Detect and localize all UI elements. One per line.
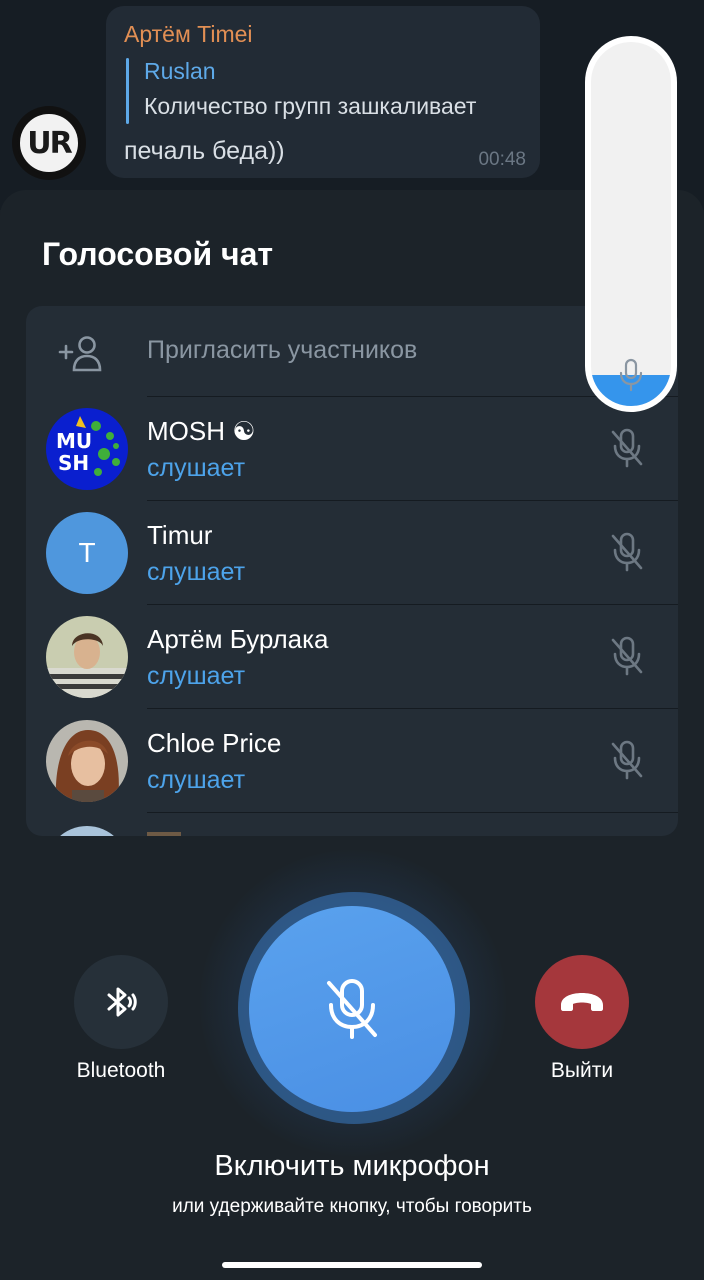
invite-label: Пригласить участников	[147, 336, 418, 364]
participant-name: Chloe Price	[147, 728, 282, 758]
participant-status: слушает	[147, 454, 246, 482]
mic-level-indicator	[585, 36, 677, 412]
participant-row[interactable]: Артём Бурлака слушает	[26, 604, 678, 708]
bluetooth-label: Bluetooth	[76, 1059, 166, 1082]
participant-row[interactable]: MU SH MOSH ☯ слушает	[26, 396, 678, 500]
message-text: печаль беда))	[124, 137, 285, 165]
participant-avatar	[46, 616, 128, 698]
participant-name: Артём Бурлака	[147, 624, 329, 654]
participant-row-partial[interactable]	[26, 812, 678, 836]
avatar-logo-text: UR	[27, 125, 72, 161]
participant-name-partial	[147, 832, 181, 836]
leave-button[interactable]	[535, 955, 629, 1049]
hang-up-icon	[561, 993, 603, 1011]
mic-level-track	[591, 42, 671, 406]
avatar-logo: UR	[17, 111, 81, 175]
leave-label: Выйти	[550, 1059, 614, 1082]
message-time: 00:48	[478, 149, 526, 170]
bluetooth-button[interactable]	[74, 955, 168, 1049]
reply-author[interactable]: Ruslan	[144, 58, 216, 85]
row-divider	[147, 812, 678, 813]
participant-avatar	[46, 720, 128, 802]
message-bubble[interactable]: Артём Timei Ruslan Количество групп зашк…	[106, 6, 540, 178]
invite-participants-button[interactable]: Пригласить участников	[26, 306, 678, 396]
mic-muted-icon[interactable]	[610, 739, 644, 781]
mic-muted-icon[interactable]	[610, 531, 644, 573]
reply-text[interactable]: Количество групп зашкаливает	[144, 93, 476, 120]
toggle-microphone-button[interactable]	[249, 906, 455, 1112]
participant-status: слушает	[147, 662, 246, 690]
participants-list[interactable]: Пригласить участников MU SH MOSH ☯ слуша…	[26, 306, 678, 836]
voice-chat-title: Голосовой чат	[42, 236, 274, 272]
participant-avatar: T	[46, 512, 128, 594]
row-divider	[147, 500, 678, 501]
add-user-icon	[58, 336, 102, 372]
mic-muted-icon[interactable]	[610, 635, 644, 677]
message-sender[interactable]: Артём Timei	[124, 21, 253, 48]
mic-action-title: Включить микрофон	[214, 1150, 490, 1182]
participant-avatar: MU SH	[46, 408, 128, 490]
participant-name: MOSH ☯	[147, 416, 256, 446]
photo-avatar-image	[46, 616, 128, 698]
reply-bar	[126, 58, 129, 124]
mic-muted-icon[interactable]	[610, 427, 644, 469]
chat-avatar[interactable]: UR	[12, 106, 86, 180]
participant-row[interactable]: T Timur слушает	[26, 500, 678, 604]
avatar-letter: T	[46, 512, 128, 594]
home-indicator[interactable]	[222, 1262, 482, 1268]
mic-muted-icon	[327, 979, 377, 1039]
bluetooth-icon	[107, 987, 137, 1017]
row-divider	[147, 604, 678, 605]
participant-row[interactable]: Chloe Price слушает	[26, 708, 678, 812]
participant-name: Timur	[147, 520, 213, 550]
participant-status: слушает	[147, 766, 246, 794]
mic-action-hint: или удерживайте кнопку, чтобы говорить	[172, 1196, 532, 1217]
svg-text:MU: MU	[56, 429, 92, 453]
mosh-avatar-image: MU SH	[46, 408, 128, 490]
participant-status: слушает	[147, 558, 246, 586]
photo-avatar-image	[46, 720, 128, 802]
row-divider	[147, 708, 678, 709]
svg-text:SH: SH	[58, 451, 89, 475]
mic-icon	[619, 358, 643, 392]
